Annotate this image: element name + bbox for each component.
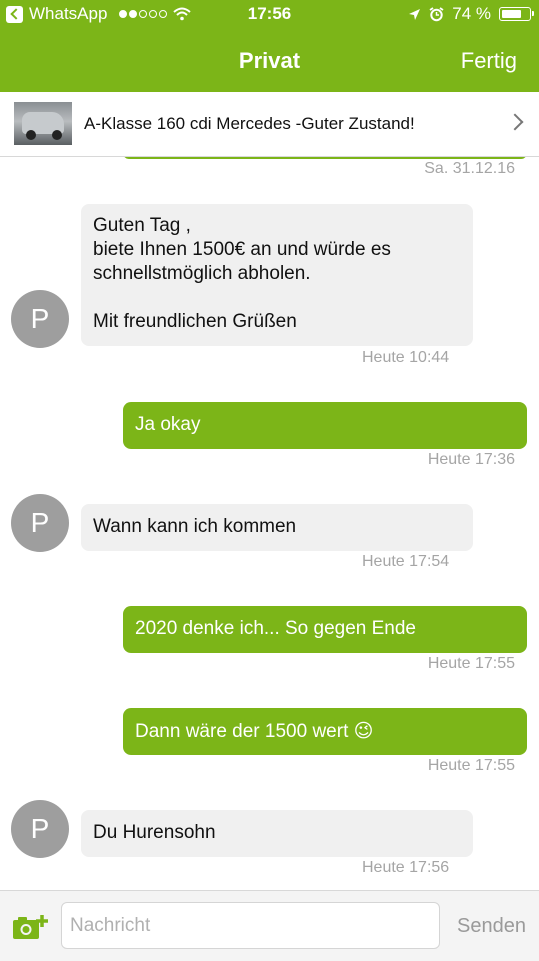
- avatar[interactable]: P: [11, 800, 69, 858]
- listing-thumbnail: [14, 102, 72, 145]
- battery-percent: 74 %: [452, 4, 491, 23]
- incoming-message[interactable]: Du Hurensohn: [81, 810, 473, 857]
- date-stamp: Sa. 31.12.16: [424, 160, 515, 177]
- message-timestamp: Heute 17:55: [427, 757, 515, 774]
- message-text: Ja okay: [135, 414, 201, 435]
- message-line: biete Ihnen 1500€ an und würde es: [93, 239, 391, 260]
- listing-title: A-Klasse 160 cdi Mercedes -Guter Zustand…: [84, 114, 415, 133]
- location-icon: [409, 8, 421, 20]
- message-timestamp: Heute 17:54: [362, 553, 450, 570]
- send-button[interactable]: Senden: [457, 915, 526, 938]
- battery-icon: [499, 7, 534, 21]
- message-text: Du Hurensohn: [93, 822, 216, 843]
- outgoing-message[interactable]: Dann wäre der 1500 wert 😉: [123, 708, 527, 755]
- chevron-right-icon: [506, 113, 524, 131]
- wink-emoji: 😉: [353, 720, 374, 742]
- message-timestamp: Heute 17:55: [427, 655, 515, 672]
- message-timestamp: Heute 10:44: [362, 349, 450, 366]
- message-text: Wann kann ich kommen: [93, 516, 297, 537]
- message-text: 2020 denke ich... So gegen Ende: [135, 618, 417, 639]
- page-title: Privat: [238, 48, 301, 73]
- message-line: [93, 286, 461, 310]
- status-bar: WhatsApp 17:56 74 %: [0, 0, 539, 30]
- done-button[interactable]: Fertig: [461, 48, 517, 74]
- message-line: Guten Tag ,: [93, 215, 191, 236]
- message-timestamp: Heute 17:56: [362, 859, 450, 876]
- message-input[interactable]: [61, 902, 440, 949]
- incoming-message[interactable]: Wann kann ich kommen: [81, 504, 473, 551]
- status-right: 74 %: [408, 4, 534, 24]
- avatar[interactable]: P: [11, 494, 69, 552]
- avatar[interactable]: P: [11, 290, 69, 348]
- alarm-icon: [429, 6, 444, 21]
- nav-bar: Privat Fertig: [0, 30, 539, 92]
- message-timestamp: Heute 17:36: [427, 451, 515, 468]
- outgoing-bubble-partial: [123, 157, 527, 159]
- chat-area[interactable]: Sa. 31.12.16 Guten Tag , biete Ihnen 150…: [0, 157, 539, 890]
- incoming-message[interactable]: Guten Tag , biete Ihnen 1500€ an und wür…: [81, 204, 473, 346]
- message-text: Dann wäre der 1500 wert: [135, 721, 349, 742]
- outgoing-message[interactable]: 2020 denke ich... So gegen Ende: [123, 606, 527, 653]
- outgoing-message[interactable]: Ja okay: [123, 402, 527, 449]
- camera-add-icon[interactable]: [12, 914, 48, 940]
- message-line: Mit freundlichen Grüßen: [93, 311, 297, 332]
- message-line: schnellstmöglich abholen.: [93, 263, 311, 284]
- listing-header[interactable]: A-Klasse 160 cdi Mercedes -Guter Zustand…: [0, 92, 539, 157]
- compose-bar: Senden: [0, 890, 539, 961]
